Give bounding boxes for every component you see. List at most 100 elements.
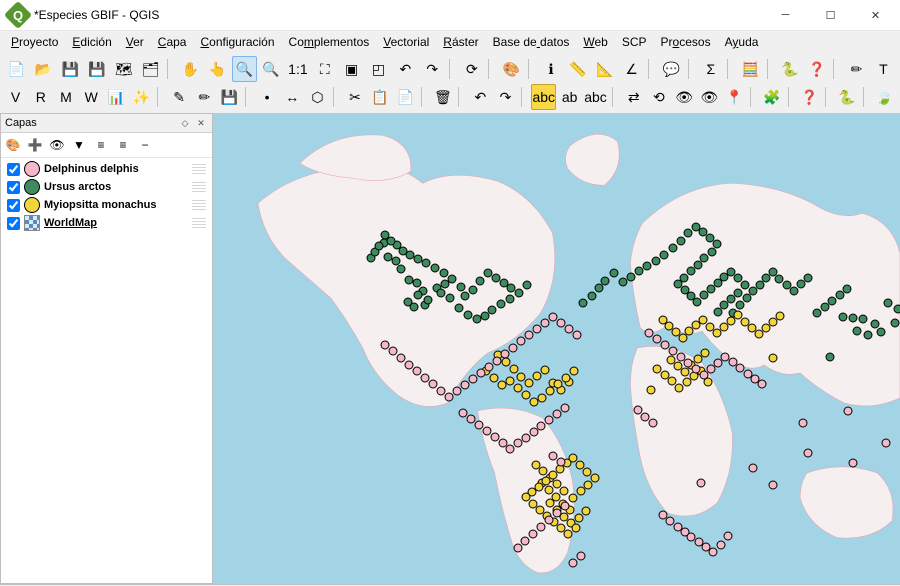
add-vector-button[interactable]: V [4,84,27,110]
annotate-button[interactable]: ✏ [844,56,869,82]
layer-style-icon[interactable]: 🎨 [3,135,23,155]
data-point [669,244,678,253]
python-button[interactable]: 🐍 [778,56,803,82]
cut-button[interactable]: ✂ [343,84,366,110]
data-point [533,372,542,381]
plugin-manager-button[interactable]: 🧩 [760,84,783,110]
copy-button[interactable]: 📋 [369,84,392,110]
help-button[interactable]: ❓ [805,56,830,82]
close-button[interactable]: ✕ [853,0,898,30]
zoom-next-button[interactable]: ↷ [420,56,445,82]
calculator-button[interactable]: 🧮 [738,56,763,82]
leaf-button[interactable]: 🍃 [873,84,896,110]
layer-add-group-icon[interactable]: ➕ [25,135,45,155]
move-feature-button[interactable]: ↔ [281,84,304,110]
menu-vectorial[interactable]: Vectorial [376,32,436,52]
add-feature-button[interactable]: • [255,84,278,110]
layer-collapse-icon[interactable]: ≡ [113,135,133,155]
add-mesh-button[interactable]: M [54,84,77,110]
layer-visibility-checkbox[interactable] [7,217,20,230]
label-pin-button[interactable]: 📍 [723,84,746,110]
layer-ursus-arctos[interactable]: Ursus arctos [3,178,210,196]
zoom-out-button[interactable]: 🔍 [259,56,284,82]
layout-manager-button[interactable]: 🗂 [138,56,163,82]
menu-edición[interactable]: Edición [65,32,118,52]
zoom-last-button[interactable]: ↶ [393,56,418,82]
save-project-button[interactable]: 💾 [58,56,83,82]
panel-close-icon[interactable]: ✕ [194,116,208,130]
label-show-button[interactable]: 👁 [698,84,721,110]
add-raster-button[interactable]: R [29,84,52,110]
menu-scp[interactable]: SCP [615,32,654,52]
panel-undock-icon[interactable]: ◇ [178,116,192,130]
data-point [397,265,406,274]
menu-base-de-datos[interactable]: Base de datos [486,32,577,52]
redo-button[interactable]: ↷ [494,84,517,110]
menu-web[interactable]: Web [576,32,614,52]
label-ab-button[interactable]: ab [558,84,581,110]
layer-worldmap[interactable]: WorldMap [3,214,210,232]
menu-ráster[interactable]: Ráster [436,32,485,52]
delete-button[interactable]: 🗑 [431,84,454,110]
layer-expand-icon[interactable]: ≡ [91,135,111,155]
zoom-full-button[interactable]: ⛶ [312,56,337,82]
sum-button[interactable]: Σ [698,56,723,82]
text-button[interactable]: T [871,56,896,82]
data-point [453,387,462,396]
current-edits-button[interactable]: ✎ [168,84,191,110]
add-wms-button[interactable]: W [80,84,103,110]
layer-myiopsitta-monachus[interactable]: Myiopsitta monachus [3,196,210,214]
label-move-button[interactable]: ⇄ [622,84,645,110]
menu-capa[interactable]: Capa [151,32,194,52]
zoom-selection-button[interactable]: ▣ [339,56,364,82]
new-project-button[interactable]: 📄 [4,56,29,82]
pan-selection-button[interactable]: 👆 [205,56,230,82]
layer-count-icon [192,182,206,192]
layer-delphinus-delphis[interactable]: Delphinus delphis [3,160,210,178]
menu-ayuda[interactable]: Ayuda [718,32,766,52]
undo-button[interactable]: ↶ [469,84,492,110]
new-memory-button[interactable]: ✨ [130,84,153,110]
menu-procesos[interactable]: Procesos [654,32,718,52]
menu-configuración[interactable]: Configuración [193,32,281,52]
pan-button[interactable]: ✋ [178,56,203,82]
layer-visibility-checkbox[interactable] [7,181,20,194]
menu-complementos[interactable]: Complementos [282,32,377,52]
label-rule-button[interactable]: abc [583,84,608,110]
label-rotate-button[interactable]: ⟲ [647,84,670,110]
python2-button[interactable]: 🐍 [835,84,858,110]
map-canvas[interactable] [213,113,900,584]
toolbar-separator [488,59,495,79]
zoom-in-button[interactable]: 🔍 [232,56,257,82]
paste-button[interactable]: 📄 [394,84,417,110]
save-as-button[interactable]: 💾 [85,56,110,82]
layer-visibility-icon[interactable]: 👁 [47,135,67,155]
layer-filter-icon[interactable]: ▼ [69,135,89,155]
toggle-edit-button[interactable]: ✏ [193,84,216,110]
label-hide-button[interactable]: 👁 [673,84,696,110]
layer-remove-icon[interactable]: − [135,135,155,155]
maximize-button[interactable]: ☐ [808,0,853,30]
identify-button[interactable]: ℹ [539,56,564,82]
measure-area-button[interactable]: 📐 [592,56,617,82]
layer-visibility-checkbox[interactable] [7,163,20,176]
zoom-native-button[interactable]: 1:1 [285,56,310,82]
layer-tree[interactable]: Delphinus delphisUrsus arctosMyiopsitta … [1,158,212,583]
measure-line-button[interactable]: 📏 [566,56,591,82]
menu-ver[interactable]: Ver [119,32,151,52]
measure-angle-button[interactable]: ∠ [619,56,644,82]
style-manager-button[interactable]: 🎨 [499,56,524,82]
open-project-button[interactable]: 📂 [31,56,56,82]
node-tool-button[interactable]: ⬡ [306,84,329,110]
zoom-layer-button[interactable]: ◰ [366,56,391,82]
help-whats-button[interactable]: ❓ [798,84,821,110]
layer-visibility-checkbox[interactable] [7,199,20,212]
save-edits-button[interactable]: 💾 [218,84,241,110]
refresh-button[interactable]: ⟳ [459,56,484,82]
menu-proyecto[interactable]: Proyecto [4,32,65,52]
new-layout-button[interactable]: 🗺 [112,56,137,82]
minimize-button[interactable]: ─ [763,0,808,30]
add-csv-button[interactable]: 📊 [105,84,128,110]
text-annotation-button[interactable]: 💬 [659,56,684,82]
label-abc-button[interactable]: abc [531,84,556,110]
